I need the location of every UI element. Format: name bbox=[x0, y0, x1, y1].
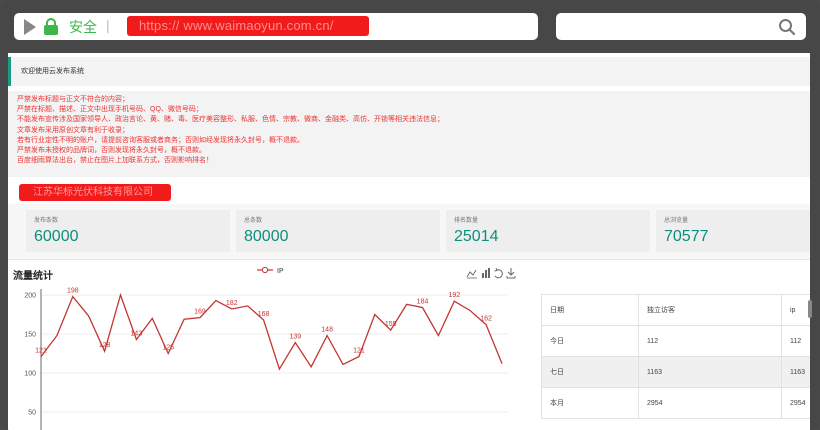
stat-value: 60000 bbox=[34, 228, 79, 245]
line-chart-icon[interactable] bbox=[466, 269, 477, 279]
data-label: 182 bbox=[226, 300, 238, 307]
table-cell: 2954 bbox=[781, 387, 810, 419]
stat-card-views: 总浏览量 70577 bbox=[656, 210, 810, 252]
stat-label: 总浏览量 bbox=[664, 218, 689, 224]
search-box[interactable] bbox=[556, 13, 806, 40]
browser-frame: 安全 | https:// www.waimaoyun.com.cn/ 欢迎使用… bbox=[0, 0, 820, 430]
play-icon[interactable] bbox=[24, 19, 36, 35]
security-label: 安全 bbox=[69, 19, 97, 35]
download-icon[interactable] bbox=[506, 268, 516, 279]
data-label: 139 bbox=[290, 334, 302, 341]
browser-right-edge bbox=[810, 53, 820, 430]
traffic-line-chart[interactable]: 200 150 100 50 121 198 128 143 125 169 182 168 139 1… bbox=[8, 281, 518, 430]
company-name: 江苏华标光伏科技有限公司 bbox=[19, 184, 171, 201]
search-icon[interactable] bbox=[778, 18, 796, 36]
visitor-table: 日期 独立访客 ip 今日 112 112 七日 1163 1163 本月 29… bbox=[541, 294, 810, 419]
notice-line: 严禁发布标题与正文不符合的内容； bbox=[17, 96, 129, 103]
table-cell: 今日 bbox=[541, 325, 639, 357]
legend-label: IP bbox=[277, 268, 284, 275]
table-cell: 七日 bbox=[541, 356, 639, 388]
data-label: 121 bbox=[35, 348, 47, 355]
stat-card-published: 发布条数 60000 bbox=[26, 210, 230, 252]
data-label: 198 bbox=[67, 288, 79, 295]
y-tick-label: 150 bbox=[24, 332, 36, 339]
data-label: 143 bbox=[131, 330, 143, 337]
legend-marker-icon bbox=[261, 266, 269, 274]
table-header-date: 日期 bbox=[541, 294, 639, 326]
table-cell: 2954 bbox=[638, 387, 782, 419]
notice-line: 严禁在标题、描述、正文中出现手机号码、QQ、微信号码； bbox=[17, 106, 203, 114]
stat-label: 发布条数 bbox=[34, 218, 59, 224]
chart-legend[interactable]: IP bbox=[256, 265, 296, 275]
data-label: 128 bbox=[99, 342, 111, 349]
notice-box: 严禁发布标题与正文不符合的内容； 严禁在标题、描述、正文中出现手机号码、QQ、微… bbox=[8, 91, 810, 177]
data-label: 121 bbox=[353, 348, 365, 355]
data-label: 192 bbox=[448, 292, 460, 299]
table-header-ip: ip bbox=[781, 294, 810, 326]
stat-value: 70577 bbox=[664, 228, 709, 245]
stats-row: 发布条数 60000 总条数 80000 排名数量 25014 总浏览量 705… bbox=[8, 204, 810, 260]
page-viewport: 欢迎使用云发布系统 严禁发布标题与正文不符合的内容； 严禁在标题、描述、正文中出… bbox=[8, 53, 810, 430]
scrollbar-thumb[interactable] bbox=[808, 300, 812, 318]
chart-toolbox bbox=[466, 267, 516, 279]
y-tick-label: 50 bbox=[28, 410, 36, 417]
y-tick-label: 200 bbox=[24, 293, 36, 300]
table-header-visitors: 独立访客 bbox=[638, 294, 782, 326]
traffic-title: 流量统计 bbox=[13, 271, 53, 282]
stat-card-total: 总条数 80000 bbox=[236, 210, 440, 252]
table-row: 本月 2954 2954 bbox=[541, 387, 810, 419]
data-label: 155 bbox=[385, 321, 397, 328]
stat-value: 25014 bbox=[454, 228, 499, 245]
notice-line: 百度细雨算法出台，禁止在图片上加联系方式，否则影响排名！ bbox=[17, 157, 213, 165]
stat-card-ranking: 排名数量 25014 bbox=[446, 210, 650, 252]
stat-label: 排名数量 bbox=[454, 218, 479, 224]
table-row: 七日 1163 1163 bbox=[541, 356, 810, 388]
notice-line: 严禁发布未授权的品牌词，否则发现将永久封号，概不退款。 bbox=[17, 147, 206, 155]
table-cell: 112 bbox=[638, 325, 782, 357]
stat-value: 80000 bbox=[244, 228, 289, 245]
section-divider bbox=[8, 259, 810, 260]
y-tick-label: 100 bbox=[24, 371, 36, 378]
table-cell: 112 bbox=[781, 325, 810, 357]
data-label: 162 bbox=[480, 316, 492, 323]
series-line-ip bbox=[40, 292, 503, 371]
data-label: 169 bbox=[194, 309, 206, 316]
stat-label: 总条数 bbox=[244, 218, 263, 224]
table-row: 今日 112 112 bbox=[541, 325, 810, 357]
table-cell: 本月 bbox=[541, 387, 639, 419]
welcome-banner: 欢迎使用云发布系统 bbox=[8, 57, 810, 86]
bar-chart-icon[interactable] bbox=[482, 268, 490, 278]
table-cell: 1163 bbox=[638, 356, 782, 388]
notice-line: 文章发布采用原创文章有利于收录； bbox=[17, 126, 129, 134]
address-bar[interactable]: 安全 | https:// www.waimaoyun.com.cn/ bbox=[14, 13, 538, 40]
notice-line: 若有行业定性不明的账户，请提前咨询客服或者商务；否则如经发现将永久封号，概不退款… bbox=[17, 136, 304, 144]
table-cell: 1163 bbox=[781, 356, 810, 388]
data-label: 168 bbox=[258, 311, 270, 318]
url-text[interactable]: https:// www.waimaoyun.com.cn/ bbox=[127, 16, 369, 36]
refresh-icon[interactable] bbox=[494, 267, 503, 279]
lock-icon bbox=[44, 18, 58, 35]
data-label: 125 bbox=[162, 345, 174, 352]
notice-line: 不能发布宣传涉及国家领导人、政治言论、黄、赌、毒、医疗美容整形、私服、色情、宗教… bbox=[17, 116, 444, 124]
data-label: 184 bbox=[417, 298, 429, 305]
data-label: 148 bbox=[321, 327, 333, 334]
address-separator: | bbox=[106, 17, 110, 33]
